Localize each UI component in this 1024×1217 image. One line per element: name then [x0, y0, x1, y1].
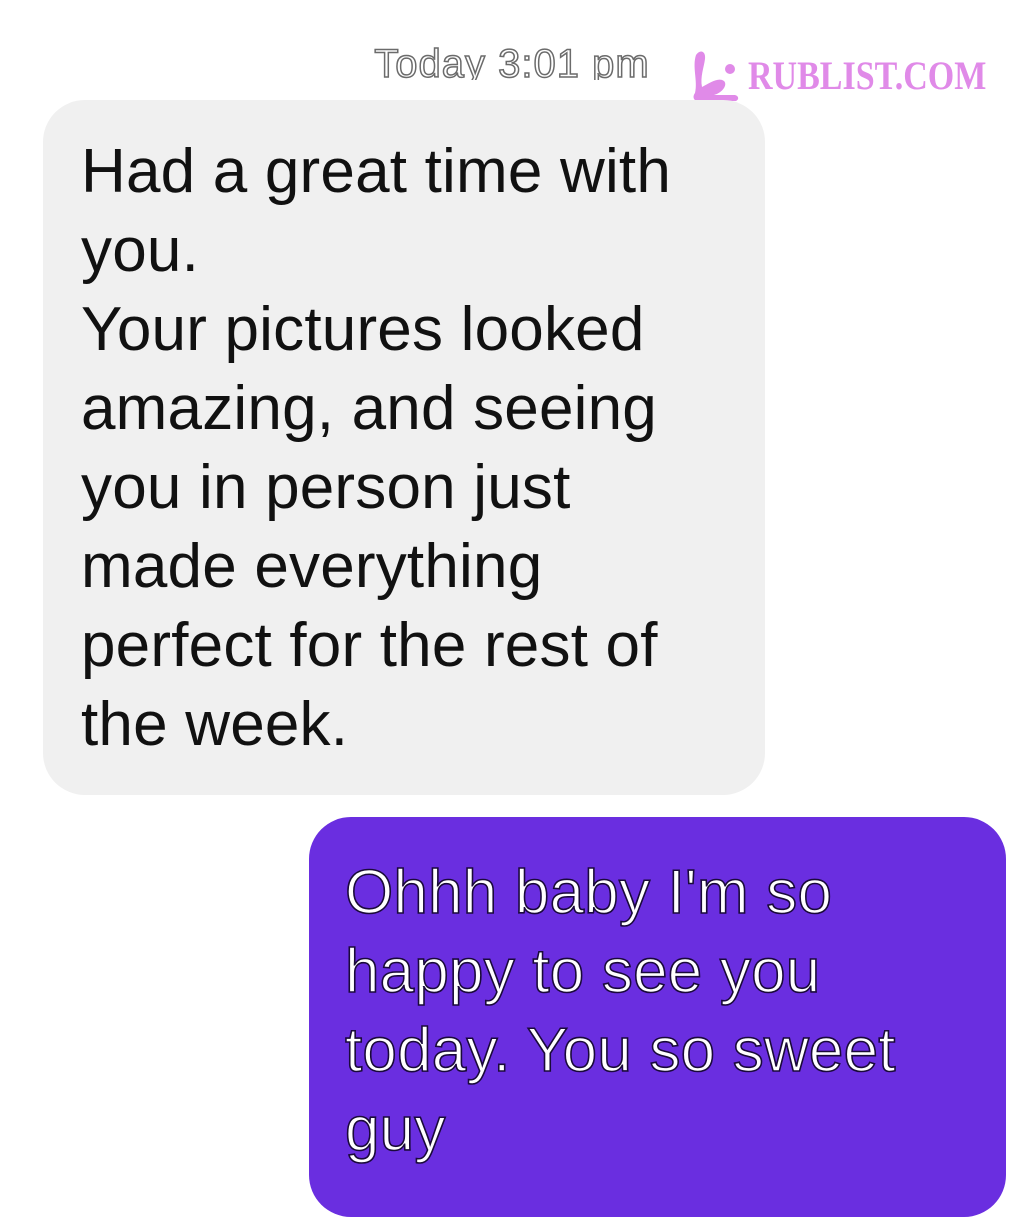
- incoming-message-text: Had a great time with you. Your pictures…: [81, 137, 672, 759]
- watermark-logo-icon: [693, 51, 739, 101]
- incoming-message-bubble[interactable]: Had a great time with you. Your pictures…: [43, 100, 765, 795]
- outgoing-message-text: Ohhh baby I'm so happy to see you today.…: [344, 857, 896, 1165]
- outgoing-message-bubble[interactable]: Ohhh baby I'm so happy to see you today.…: [309, 817, 1006, 1217]
- watermark-text: RUBLIST.COM: [748, 52, 987, 98]
- watermark: RUBLIST.COM: [690, 45, 1024, 105]
